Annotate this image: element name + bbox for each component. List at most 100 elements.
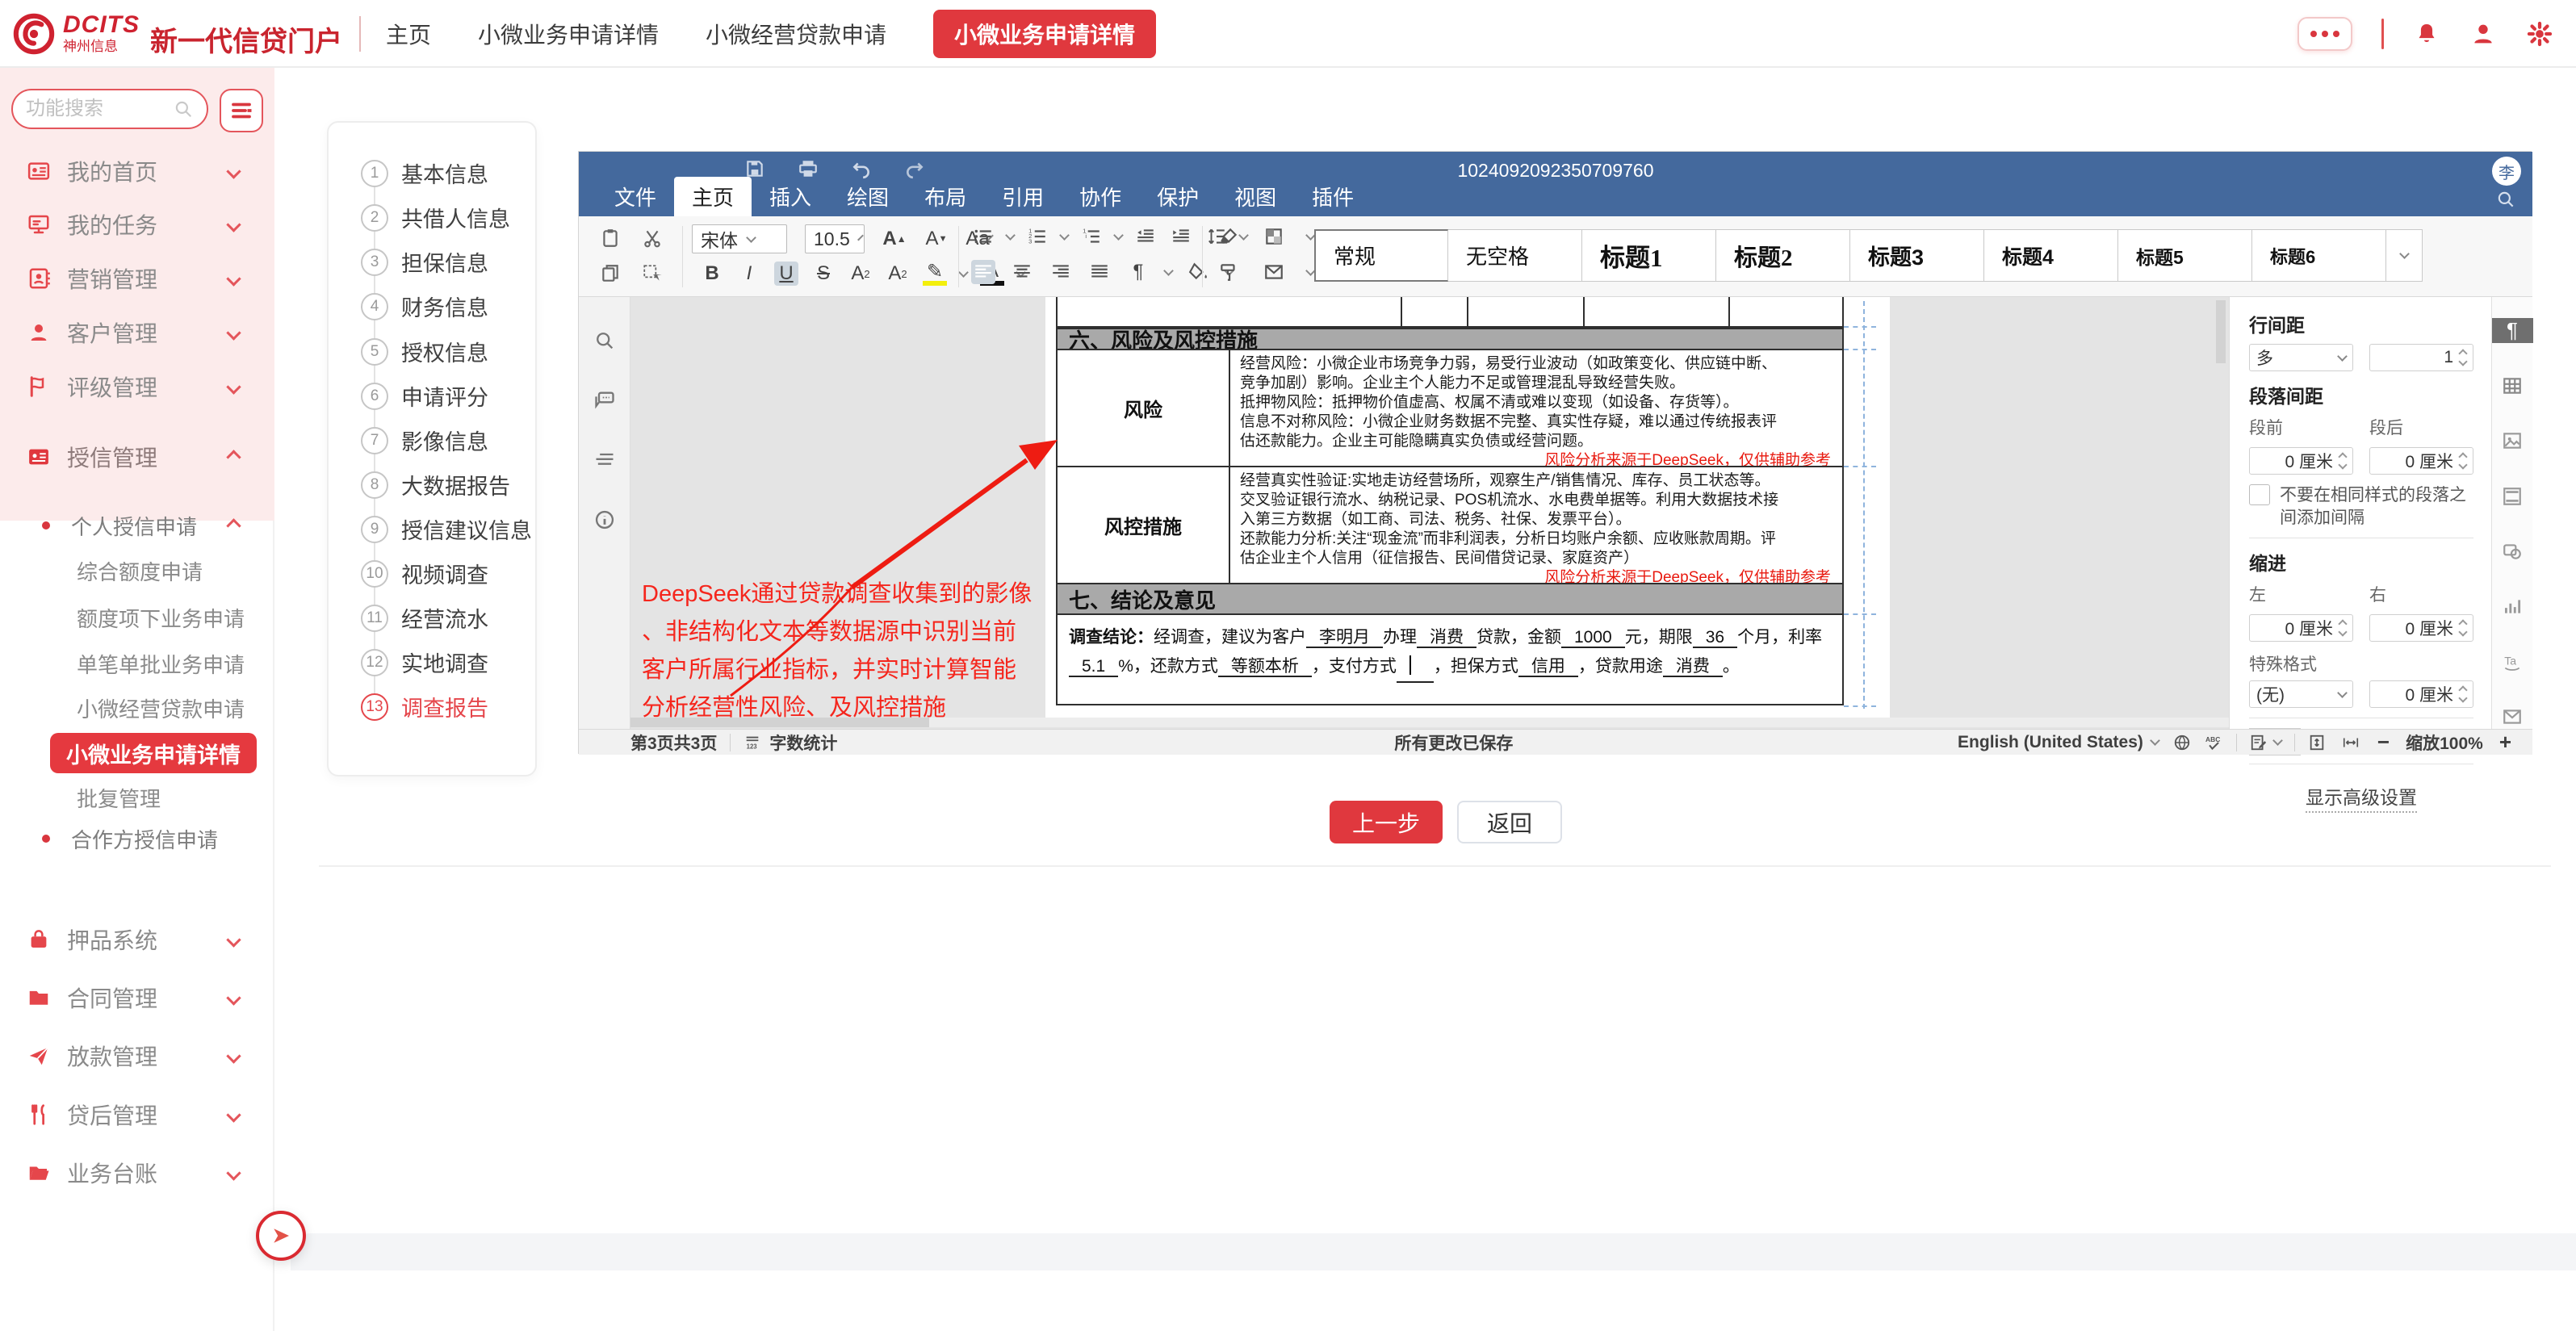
table-panel-icon[interactable] (2492, 374, 2533, 398)
style-heading6[interactable]: 标题6 (2252, 229, 2386, 282)
step-imaging[interactable]: 7影像信息 (329, 418, 538, 463)
assistant-float-button[interactable] (256, 1211, 306, 1261)
strikethrough-icon[interactable]: S (811, 262, 836, 286)
step-business-flow[interactable]: 11经营流水 (329, 596, 538, 640)
subscript-icon[interactable]: A2 (886, 262, 910, 286)
step-coborrower[interactable]: 2共借人信息 (329, 195, 538, 240)
tab-micro-detail-1[interactable]: 小微业务申请详情 (478, 18, 659, 50)
underline-icon[interactable]: U (774, 262, 798, 286)
bullet-list-icon[interactable] (971, 224, 995, 249)
globe-icon[interactable] (2173, 734, 2191, 751)
style-heading3[interactable]: 标题3 (1850, 229, 1984, 282)
sidebar-search[interactable] (11, 89, 208, 129)
align-center-icon[interactable] (1010, 260, 1034, 284)
paragraph-panel-icon[interactable]: ¶ (2492, 318, 2533, 343)
document-page[interactable]: 六、风险及风控措施 风险 经营风险：小微企业市场竞争力弱，易受行业波动（如政策变… (1045, 297, 1890, 718)
text-art-panel-icon[interactable]: Ta (2492, 649, 2533, 673)
step-credit-suggestion[interactable]: 9授信建议信息 (329, 507, 538, 551)
sidebar-item-contracts[interactable]: 合同管理 (0, 970, 274, 1025)
canvas-horizontal-scrollbar[interactable] (630, 718, 2229, 727)
sidebar-leaf-single-batch[interactable]: 单笔单批业务申请 (77, 649, 245, 679)
special-format-stepper[interactable]: 0 厘米 (2369, 680, 2473, 708)
sidebar-item-my-tasks[interactable]: 我的任务 (0, 197, 274, 252)
shading-fill-icon[interactable] (1187, 260, 1211, 284)
sidebar-item-collateral[interactable]: 押品系统 (0, 912, 274, 967)
sidebar-item-my-home[interactable]: 我的首页 (0, 144, 274, 199)
step-bigdata-report[interactable]: 8大数据报告 (329, 463, 538, 507)
style-no-spacing[interactable]: 无空格 (1448, 229, 1582, 282)
menu-draw[interactable]: 绘图 (829, 177, 907, 216)
fit-width-icon[interactable] (2342, 734, 2360, 751)
spellcheck-icon[interactable]: ABC (2205, 734, 2223, 751)
tab-home[interactable]: 主页 (386, 18, 431, 50)
superscript-icon[interactable]: A2 (848, 262, 873, 286)
grow-font-icon[interactable]: A▲ (882, 227, 907, 251)
align-right-icon[interactable] (1049, 260, 1073, 284)
shrink-font-icon[interactable]: A▼ (924, 227, 949, 251)
tab-micro-loan-apply[interactable]: 小微经营贷款申请 (706, 18, 886, 50)
paste-icon[interactable] (598, 226, 622, 250)
tab-micro-detail-active[interactable]: 小微业务申请详情 (933, 10, 1156, 58)
zoom-level[interactable]: 缩放100% (2406, 730, 2483, 755)
line-spacing-value-stepper[interactable]: 1 (2369, 344, 2473, 371)
sidebar-item-credit-mgmt[interactable]: 授信管理 (0, 429, 274, 484)
menu-file[interactable]: 文件 (597, 177, 674, 216)
cut-icon[interactable] (640, 226, 664, 250)
menu-home[interactable]: 主页 (674, 177, 752, 216)
step-survey-report-active[interactable]: 13调查报告 (329, 684, 538, 729)
notifications-bell-icon[interactable] (2413, 20, 2440, 48)
step-authorization[interactable]: 5授权信息 (329, 329, 538, 374)
style-heading2[interactable]: 标题2 (1716, 229, 1850, 282)
menu-view[interactable]: 视图 (1217, 177, 1294, 216)
clear-format-icon[interactable] (1217, 224, 1241, 249)
style-heading4[interactable]: 标题4 (1984, 229, 2118, 282)
menu-protect[interactable]: 保护 (1139, 177, 1217, 216)
fit-page-icon[interactable] (2308, 734, 2326, 751)
info-icon[interactable] (593, 509, 616, 531)
menu-collapse-button[interactable] (220, 89, 263, 132)
header-footer-panel-icon[interactable] (2492, 484, 2533, 509)
mailmerge-panel-icon[interactable] (2492, 705, 2533, 729)
highlight-color-icon[interactable]: ✎ (923, 262, 947, 286)
style-heading1[interactable]: 标题1 (1582, 229, 1716, 282)
navigation-outline-icon[interactable] (593, 449, 616, 471)
user-profile-icon[interactable] (2469, 20, 2497, 48)
return-button[interactable]: 返回 (1457, 801, 1562, 843)
spacing-before-stepper[interactable]: 0 厘米 (2249, 447, 2353, 475)
line-spacing-mode-select[interactable]: 多 (2249, 344, 2353, 371)
format-painter-icon[interactable] (1217, 260, 1241, 284)
editor-search-icon[interactable] (2495, 189, 2516, 210)
track-changes-icon[interactable] (2250, 734, 2268, 751)
step-basic-info[interactable]: 1基本信息 (329, 151, 538, 195)
comments-icon[interactable] (593, 389, 616, 412)
zoom-in-button[interactable]: + (2499, 730, 2511, 755)
paragraph-marks-icon[interactable]: ¶ (1126, 260, 1150, 284)
sidebar-item-post-loan[interactable]: 贷后管理 (0, 1087, 274, 1142)
menu-collaboration[interactable]: 协作 (1062, 177, 1139, 216)
bold-icon[interactable]: B (700, 262, 724, 286)
step-field-survey[interactable]: 12实地调查 (329, 640, 538, 684)
find-icon[interactable] (593, 329, 616, 352)
sidebar-item-marketing[interactable]: 营销管理 (0, 251, 274, 306)
style-normal[interactable]: 常规 (1314, 229, 1448, 282)
language-selector[interactable]: English (United States) (1958, 733, 2143, 752)
sidebar-group-partner-credit[interactable]: 合作方授信申请 (0, 817, 274, 860)
sidebar-item-rating[interactable]: 评级管理 (0, 359, 274, 414)
collaborator-avatar[interactable]: 李 (2492, 157, 2521, 186)
sidebar-leaf-micro-detail-active[interactable]: 小微业务申请详情 (50, 733, 257, 773)
style-heading5[interactable]: 标题5 (2118, 229, 2252, 282)
indent-left-stepper[interactable]: 0 厘米 (2249, 614, 2353, 642)
spacing-after-stepper[interactable]: 0 厘米 (2369, 447, 2473, 475)
same-style-spacing-checkbox[interactable]: 不要在相同样式的段落之间添加间隔 (2249, 484, 2473, 529)
step-guarantee[interactable]: 3担保信息 (329, 240, 538, 284)
word-count-label[interactable]: 字数统计 (769, 730, 837, 755)
step-video-survey[interactable]: 10视频调查 (329, 551, 538, 596)
step-finance[interactable]: 4财务信息 (329, 284, 538, 329)
menu-plugins[interactable]: 插件 (1294, 177, 1372, 216)
settings-gear-icon[interactable] (2526, 20, 2553, 48)
sidebar-item-disbursement[interactable]: 放款管理 (0, 1028, 274, 1083)
increase-indent-icon[interactable] (1169, 224, 1193, 249)
shapes-panel-icon[interactable] (2492, 539, 2533, 563)
shading-box-icon[interactable] (1262, 224, 1286, 249)
menu-references[interactable]: 引用 (984, 177, 1062, 216)
